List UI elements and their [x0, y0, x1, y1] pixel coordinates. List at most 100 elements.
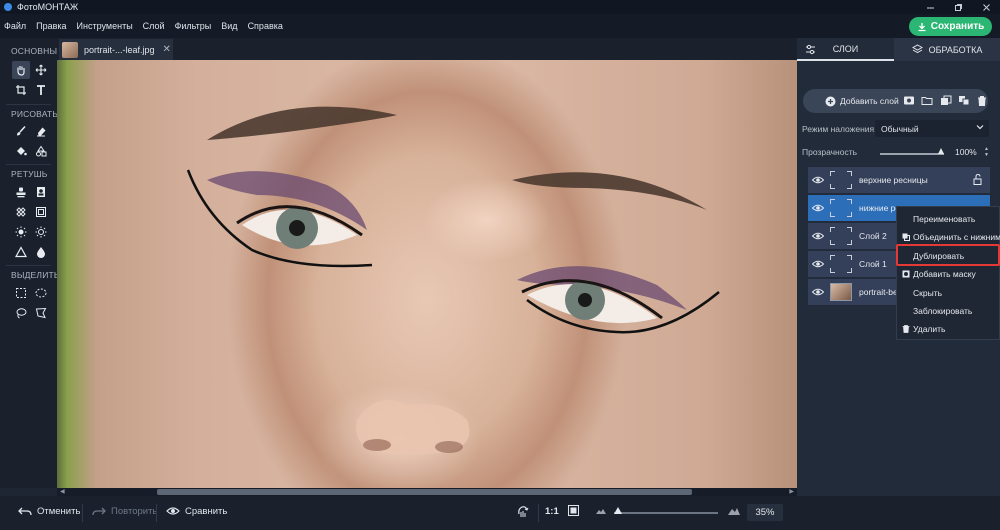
redo-button[interactable]: Повторить: [92, 506, 157, 517]
empty-layer-thumbnail: [830, 227, 852, 245]
menu-bar: Файл Правка Инструменты Слой Фильтры Вид…: [0, 14, 1000, 38]
sharpen-tool[interactable]: [12, 243, 30, 261]
opacity-value[interactable]: 100%: [955, 147, 977, 157]
ellipse-select-tool[interactable]: [32, 284, 50, 302]
scrollbar-thumb[interactable]: [157, 489, 692, 495]
layer-row[interactable]: верхние ресницы: [808, 167, 990, 193]
drop-icon: [37, 247, 45, 258]
lasso-icon: [16, 308, 27, 319]
save-button[interactable]: Сохранить: [909, 17, 992, 36]
opacity-label: Прозрачность: [802, 147, 858, 157]
fill-tool[interactable]: [12, 142, 30, 160]
menu-item-rename[interactable]: Переименовать: [897, 210, 1000, 228]
zoom-slider-track[interactable]: [614, 512, 718, 514]
shapes-icon: [36, 145, 47, 157]
heal-tool[interactable]: [12, 203, 30, 221]
duplicate-highlight-frame: [896, 244, 1000, 266]
menu-file[interactable]: Файл: [4, 21, 26, 31]
left-toolbar: ОСНОВНЫЕ РИСОВАТЬ РЕТУШЬ ВЫДЕЛИТЬ: [0, 38, 63, 488]
maximize-button[interactable]: [944, 0, 972, 14]
zoom-slider-handle[interactable]: [614, 507, 623, 514]
image-canvas[interactable]: [57, 60, 797, 488]
hand-tool[interactable]: [12, 61, 30, 79]
brightness-tool[interactable]: [12, 223, 30, 241]
portrait-tool[interactable]: [32, 183, 50, 201]
triangle-icon: [15, 246, 27, 258]
brush-tool[interactable]: [12, 122, 30, 140]
menu-filters[interactable]: Фильтры: [175, 21, 212, 31]
mountain-large-icon: [728, 508, 740, 515]
opacity-spinner[interactable]: ▲ ▼: [984, 146, 989, 158]
visibility-eye-icon[interactable]: [812, 231, 824, 241]
add-image-layer-icon[interactable]: [903, 95, 915, 106]
shapes-tool[interactable]: [32, 142, 50, 160]
lasso-tool[interactable]: [12, 304, 30, 322]
add-layer-label: Добавить слой: [840, 96, 899, 106]
frame-tool[interactable]: [32, 203, 50, 221]
restore-icon: [954, 3, 962, 11]
layer-context-menu: Переименовать Объединить с нижним Дублир…: [896, 206, 1000, 340]
duplicate-icon[interactable]: [940, 95, 952, 106]
visibility-eye-icon[interactable]: [812, 203, 824, 213]
menu-layer[interactable]: Слой: [143, 21, 165, 31]
patch-icon: [16, 207, 26, 217]
zoom-out-button[interactable]: [595, 507, 607, 515]
folder-icon[interactable]: [921, 95, 933, 106]
menu-item-label: Добавить маску: [913, 269, 976, 279]
rect-select-tool[interactable]: [12, 284, 30, 302]
tab-layers[interactable]: СЛОИ: [797, 38, 894, 61]
menu-item-hide[interactable]: Скрыть: [897, 284, 1000, 302]
menu-item-delete[interactable]: Удалить: [897, 320, 1000, 338]
opacity-slider-handle[interactable]: [938, 148, 944, 154]
menu-item-lock[interactable]: Заблокировать: [897, 302, 1000, 320]
close-window-button[interactable]: [972, 0, 1000, 14]
visibility-eye-icon[interactable]: [812, 287, 824, 297]
tab-close-icon[interactable]: ✕: [163, 44, 171, 55]
empty-layer-thumbnail: [830, 255, 852, 273]
text-tool[interactable]: [32, 81, 50, 99]
menu-edit[interactable]: Правка: [36, 21, 66, 31]
copy-layers-icon[interactable]: [958, 95, 970, 106]
blend-mode-select[interactable]: Обычный: [875, 120, 989, 137]
trash-icon[interactable]: [976, 95, 988, 106]
eraser-tool[interactable]: [32, 122, 50, 140]
blur-tool[interactable]: [32, 243, 50, 261]
compare-button[interactable]: Сравнить: [166, 505, 227, 517]
mask-icon: [902, 270, 910, 278]
save-button-label: Сохранить: [930, 21, 985, 32]
polygon-lasso-tool[interactable]: [32, 304, 50, 322]
minimize-button[interactable]: [916, 0, 944, 14]
compare-label: Сравнить: [185, 505, 228, 517]
fit-rotate-button[interactable]: [516, 505, 529, 518]
mountain-small-icon: [596, 509, 606, 514]
add-layer-button[interactable]: Добавить слой: [825, 96, 899, 107]
title-bar: ФотоМОНТАЖ: [0, 0, 1000, 14]
opacity-row: Прозрачность 100% ▲ ▼: [802, 146, 992, 159]
menu-tools[interactable]: Инструменты: [77, 21, 133, 31]
zoom-percentage[interactable]: 35%: [747, 504, 783, 521]
fit-screen-button[interactable]: [567, 504, 580, 517]
empty-layer-thumbnail: [830, 171, 852, 189]
actual-size-button[interactable]: 1:1: [545, 506, 559, 517]
empty-layer-thumbnail: [830, 199, 852, 217]
crop-tool[interactable]: [12, 81, 30, 99]
light-tool[interactable]: [32, 223, 50, 241]
visibility-eye-icon[interactable]: [812, 259, 824, 269]
menu-help[interactable]: Справка: [248, 21, 283, 31]
tab-processing[interactable]: ОБРАБОТКА: [894, 38, 1000, 61]
right-pupil: [578, 293, 592, 307]
zoom-in-button[interactable]: [727, 506, 741, 516]
bottom-divider: [538, 504, 539, 522]
document-tab[interactable]: portrait-...-leaf.jpg ✕: [59, 39, 173, 60]
unlock-icon[interactable]: [973, 174, 982, 185]
menu-item-add-mask[interactable]: Добавить маску: [897, 265, 1000, 283]
horizontal-scrollbar[interactable]: ◀ ▶: [57, 488, 797, 496]
undo-button[interactable]: Отменить: [18, 506, 80, 517]
move-tool[interactable]: [32, 61, 50, 79]
stamp-tool[interactable]: [12, 183, 30, 201]
menu-view[interactable]: Вид: [221, 21, 237, 31]
visibility-eye-icon[interactable]: [812, 175, 824, 185]
opacity-slider-track[interactable]: [880, 153, 944, 155]
scroll-right-icon[interactable]: ▶: [789, 488, 794, 495]
scroll-left-icon[interactable]: ◀: [60, 488, 65, 495]
